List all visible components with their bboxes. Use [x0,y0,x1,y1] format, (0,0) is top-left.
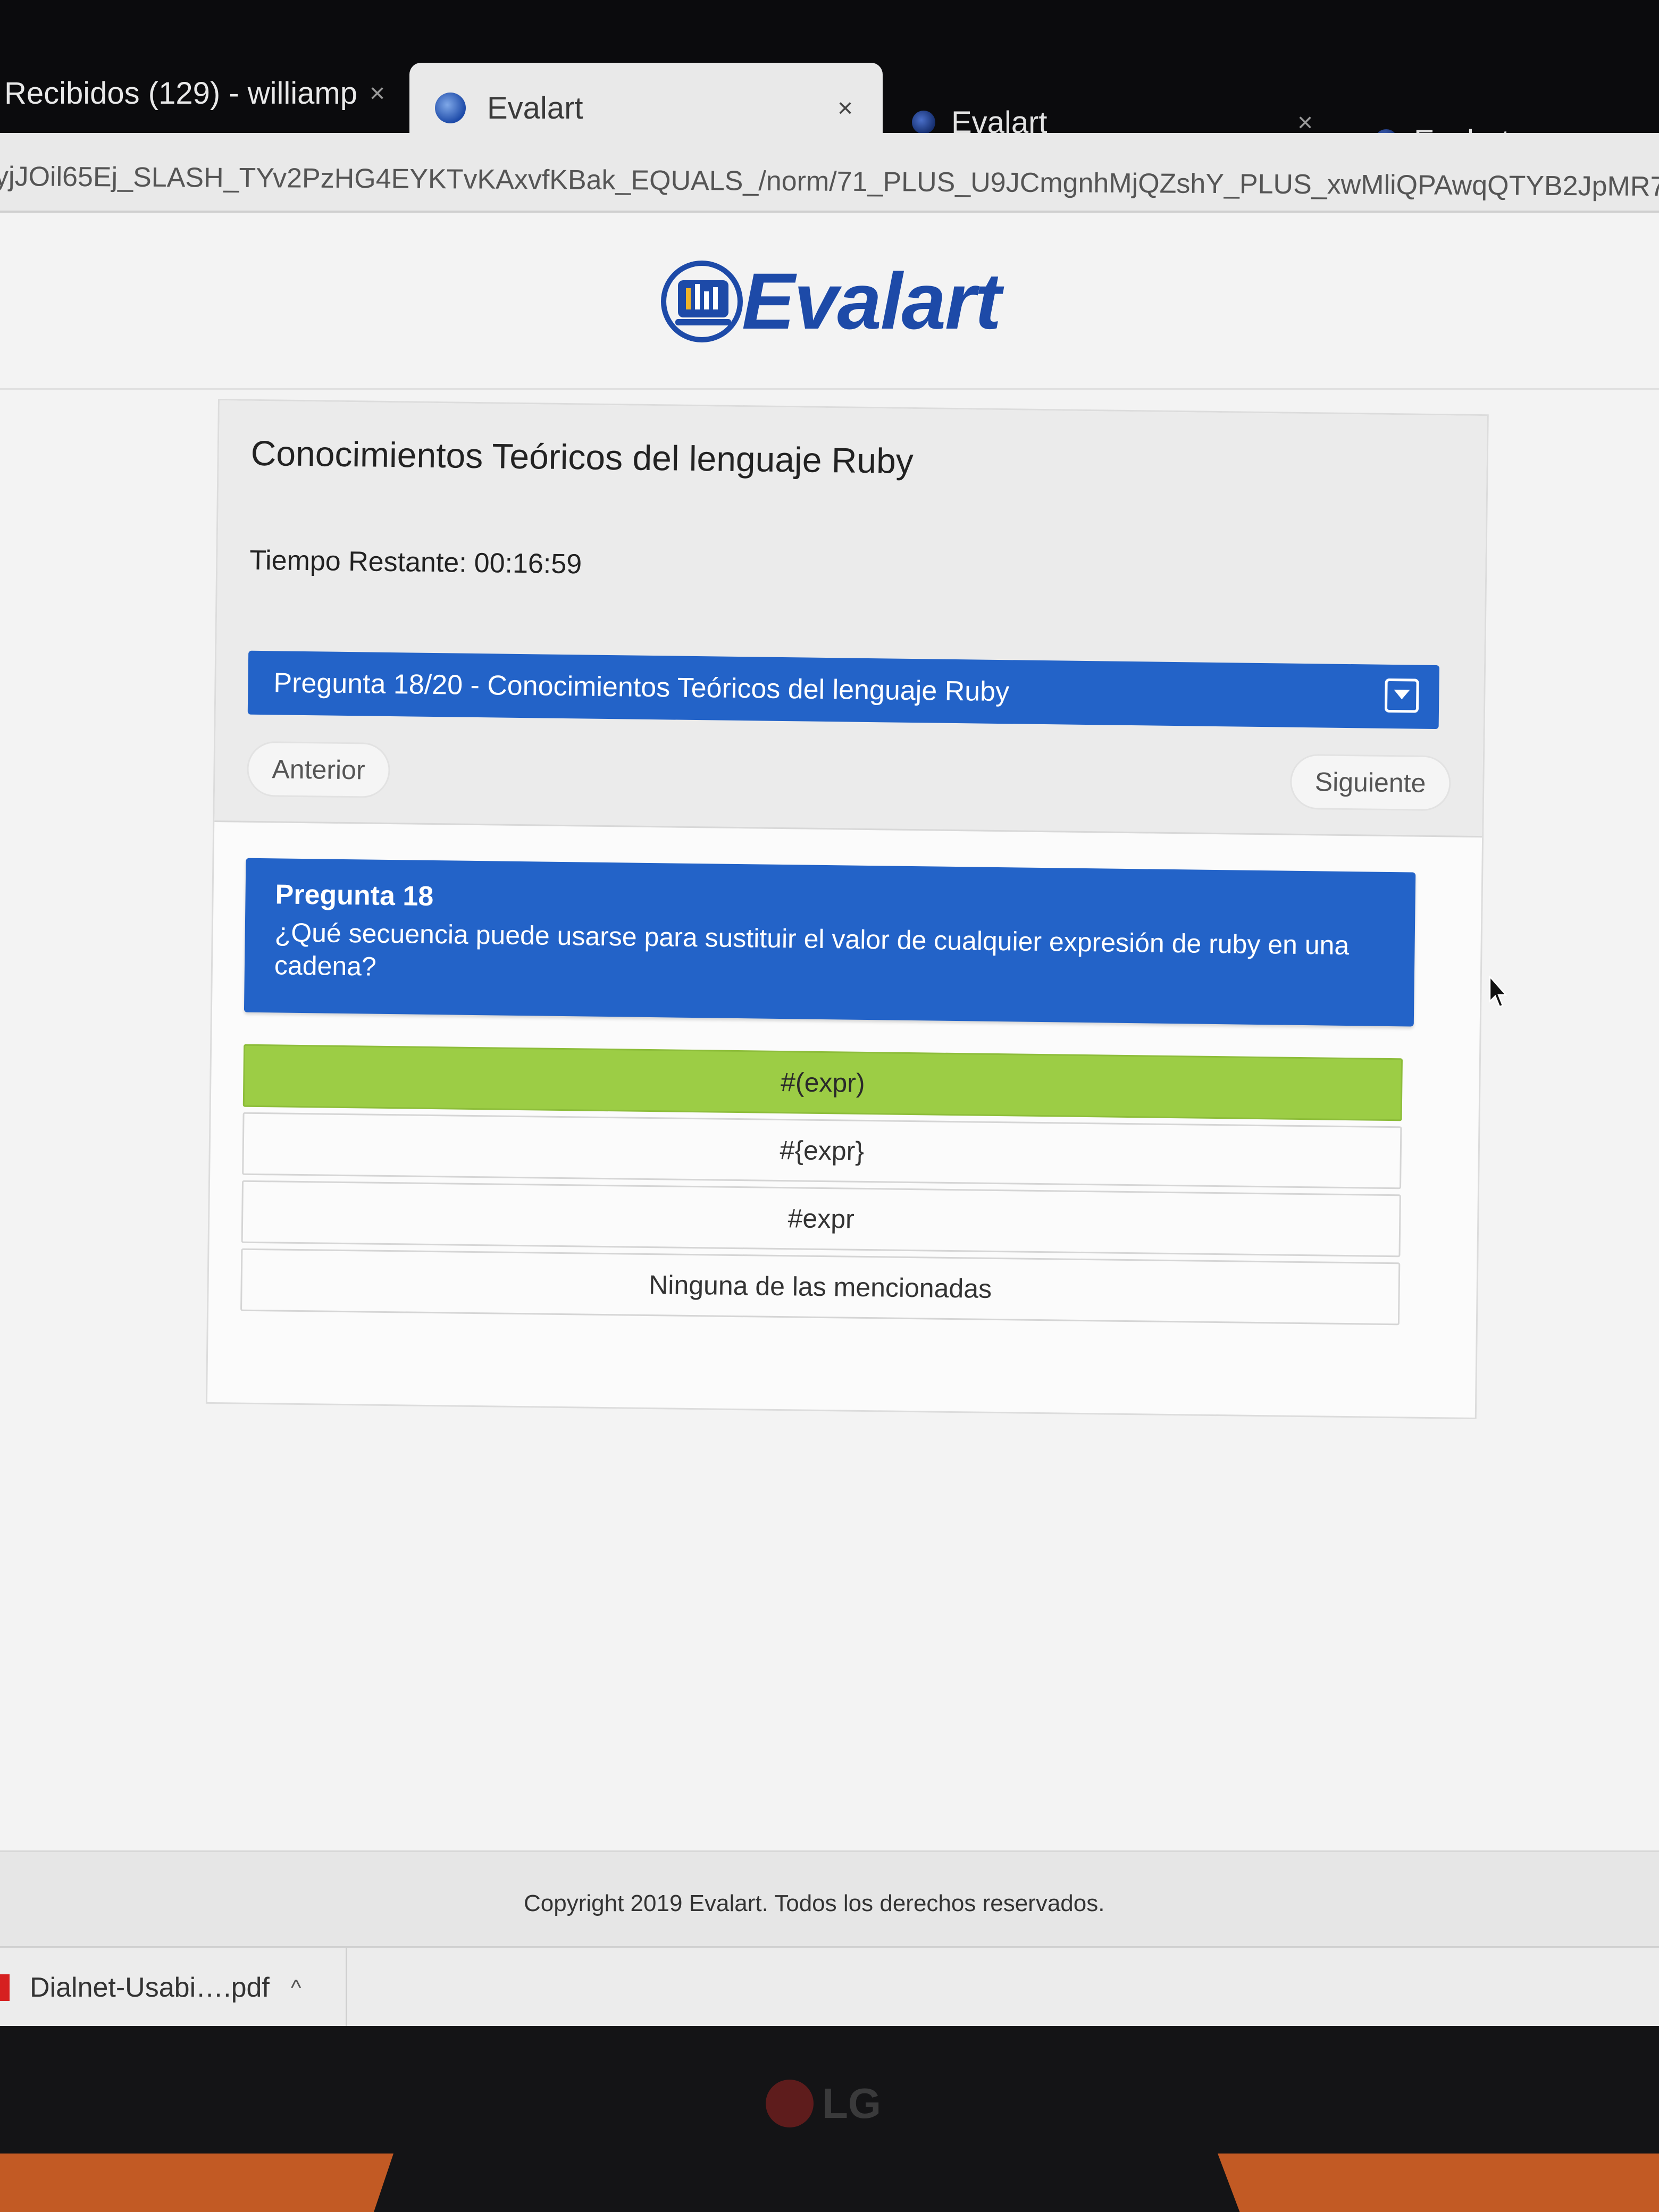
tab-gmail[interactable]: Recibidos (129) - williamp × [0,56,409,130]
copyright-text: Copyright 2019 Evalart. Todos los derech… [524,1890,1105,1916]
desk-surface-right [1218,2154,1659,2212]
downloads-bar: Dialnet-Usabi….pdf ^ [0,1946,1659,2027]
answer-option[interactable]: #expr [241,1180,1401,1258]
close-icon[interactable]: × [370,78,385,108]
tab-strip: Recibidos (129) - williamp × Evalart × E… [0,0,1659,158]
question-number: Pregunta 18 [275,879,434,912]
mouse-cursor-icon [1489,976,1507,1008]
time-remaining: Tiempo Restante: 00:16:59 [249,544,582,581]
chevron-down-icon[interactable] [1384,678,1419,713]
monitor-brand-text: LG [822,2080,882,2127]
close-icon[interactable]: × [837,93,853,123]
timer-label: Tiempo Restante: [249,544,467,579]
exam-header: Conocimientos Teóricos del lenguaje Ruby… [214,400,1487,838]
tab-label: Evalart [487,90,583,125]
logo-icon [661,260,743,342]
download-item[interactable]: Dialnet-Usabi….pdf ^ [0,1948,347,2027]
tab-label: Recibidos (129) - williamp [4,76,357,111]
answer-option[interactable]: Ninguna de las mencionadas [240,1248,1401,1326]
answer-options: #(expr) #{expr} #expr Ninguna de las men… [240,1044,1403,1331]
question-text: ¿Qué secuencia puede usarse para sustitu… [274,917,1350,982]
question-box: Pregunta 18 ¿Qué secuencia puede usarse … [244,858,1416,1027]
evalart-favicon-icon [912,111,935,134]
footer: Copyright 2019 Evalart. Todos los derech… [0,1850,1659,1948]
previous-button[interactable]: Anterior [246,741,391,799]
exam-card: Conocimientos Teóricos del lenguaje Ruby… [205,399,1489,1420]
monitor-brand-logo: LG [766,2079,881,2128]
pdf-file-icon [0,1974,10,2001]
desk-surface-left [0,2154,393,2212]
page-title: Conocimientos Teóricos del lenguaje Ruby [250,433,914,481]
page-content: Evalart Conocimientos Teóricos del lengu… [0,213,1659,1948]
chevron-up-icon[interactable]: ^ [291,1975,301,2000]
question-selector[interactable]: Pregunta 18/20 - Conocimientos Teóricos … [247,650,1440,730]
next-button[interactable]: Siguiente [1289,753,1451,811]
evalart-logo: Evalart [657,255,1001,347]
logo-text: Evalart [742,256,1001,346]
answer-option-selected[interactable]: #(expr) [242,1044,1403,1121]
header-divider [0,388,1659,390]
answer-option[interactable]: #{expr} [242,1112,1402,1189]
timer-value: 00:16:59 [474,547,582,580]
question-selector-label: Pregunta 18/20 - Conocimientos Teóricos … [273,667,1010,708]
address-bar[interactable]: yjJOil65Ej_SLASH_TYv2PzHG4EYKTvKAxvfKBak… [0,133,1659,213]
evalart-favicon-icon [435,93,466,123]
url-text[interactable]: yjJOil65Ej_SLASH_TYv2PzHG4EYKTvKAxvfKBak… [0,161,1659,203]
lg-logo-icon [766,2080,814,2127]
download-filename: Dialnet-Usabi….pdf [30,1972,270,2003]
